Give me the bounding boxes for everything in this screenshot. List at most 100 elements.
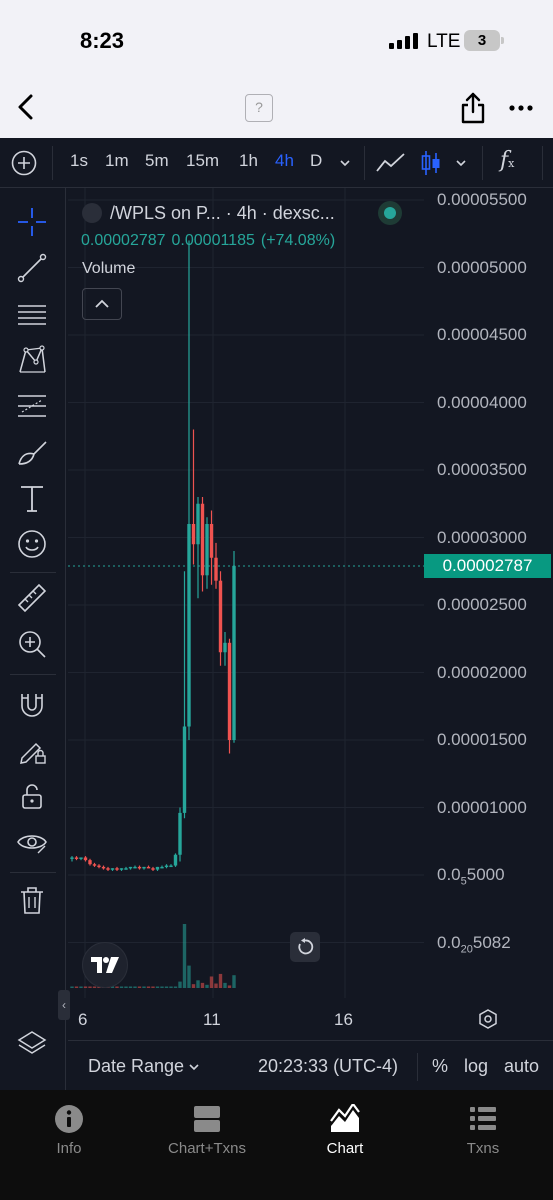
candle-body [209,524,214,558]
volume-bar [164,986,169,988]
share-icon[interactable] [460,92,486,124]
interval-1h[interactable]: 1h [239,151,258,171]
candle-body [173,854,178,866]
trend-line-icon[interactable] [16,252,48,284]
candle-body [227,642,232,740]
tradingview-icon [91,957,119,973]
eye-icon[interactable] [16,826,48,858]
projection-icon[interactable] [16,390,48,422]
collapse-legend-button[interactable] [82,288,122,320]
tab-chart-txns[interactable]: Chart+Txns [138,1104,276,1164]
volume-bar [205,984,209,988]
candle-body [182,726,187,813]
chevron-down-icon[interactable] [339,158,351,168]
magnet-icon[interactable] [16,688,48,720]
interval-D[interactable]: D [310,151,322,171]
signal-icon [389,33,418,49]
settings-icon[interactable] [478,1009,498,1029]
more-icon[interactable] [509,104,533,112]
legend-values: 0.00002787 0.00001185 (+74.08%) [81,232,341,250]
interval-1m[interactable]: 1m [105,151,129,171]
volume-bar [223,982,227,988]
percent-scale-toggle[interactable]: % [432,1056,448,1077]
browser-header: 8:23 LTE 3 ? [0,0,553,138]
tab-info[interactable]: Info [0,1104,138,1164]
indicators-icon[interactable]: fx [500,148,514,173]
list-icon [470,1107,496,1130]
site-favicon: ? [245,94,273,122]
pattern-icon[interactable] [16,344,48,376]
legend-change-pct: (+74.08%) [260,232,336,249]
volume-bar [119,986,124,988]
symbol-title[interactable]: /WPLS on P... · 4h · dexsc... [110,203,335,224]
drawing-toolbar [0,188,66,1090]
add-icon[interactable] [11,150,37,176]
tab-txns[interactable]: Txns [414,1104,552,1164]
interval-1s[interactable]: 1s [70,151,88,171]
chart-toolbar: 1s 1m 5m 15m 1h 4h D fx [0,138,553,188]
candles-icon[interactable] [420,150,442,176]
volume-bar [191,984,196,988]
market-status-icon [378,201,402,225]
unlock-icon[interactable] [16,780,48,812]
text-icon[interactable] [16,482,48,514]
candle-body [169,865,173,868]
candle-body [74,857,79,859]
lock-drawing-icon[interactable] [16,734,48,766]
candle-body [151,868,155,870]
chevron-down-icon[interactable] [455,158,467,168]
volume-bar [160,986,164,988]
volume-bar [232,975,236,988]
candle-body [92,864,97,866]
emoji-icon[interactable] [16,528,48,560]
candle-body [205,524,209,576]
volume-bar [146,986,151,988]
battery-icon: 3 [464,30,504,51]
candle-body [133,866,137,869]
layers-icon[interactable] [16,1028,48,1060]
zoom-in-icon[interactable] [16,628,48,660]
crosshair-icon[interactable] [16,206,48,238]
log-scale-toggle[interactable]: log [464,1056,488,1077]
chevron-down-icon[interactable] [188,1062,200,1072]
reset-chart-button[interactable] [290,932,320,962]
tab-label: Chart [326,1140,364,1157]
tradingview-logo[interactable] [82,942,128,988]
status-time: 8:23 [80,28,125,53]
volume-bar [214,983,218,988]
candle-body [187,524,191,727]
legend-last-price: 0.00002787 [81,232,166,249]
back-icon[interactable] [12,92,40,122]
date-range-button[interactable]: Date Range [88,1056,184,1077]
trash-icon[interactable] [16,884,48,916]
candle-body [214,557,218,581]
interval-15m[interactable]: 15m [186,151,219,171]
line-chart-icon[interactable] [376,152,406,174]
chart-area[interactable]: /WPLS on P... · 4h · dexsc... 0.00002787… [68,188,553,1090]
volume-bar [187,965,191,988]
brush-icon[interactable] [16,436,48,468]
volume-bar [209,976,214,988]
chart-app: 1s 1m 5m 15m 1h 4h D fx /WPLS on P... · … [0,138,553,1090]
interval-5m[interactable]: 5m [145,151,169,171]
fib-lines-icon[interactable] [16,298,48,330]
time-label: 11 [203,1010,221,1029]
volume-bar [142,986,146,988]
interval-4h[interactable]: 4h [275,151,294,171]
tab-chart[interactable]: Chart [276,1104,414,1164]
candle-body [106,868,110,870]
volume-bar [196,980,200,988]
token-logo [82,203,102,223]
toolbar-collapse-handle[interactable]: ‹ [58,990,70,1020]
auto-scale-toggle[interactable]: auto [504,1056,539,1077]
candle-body [200,503,205,576]
volume-bar [151,986,155,988]
volume-label[interactable]: Volume [82,260,135,278]
split-view-icon [194,1106,220,1132]
volume-bar [227,985,232,988]
clock-timezone[interactable]: 20:23:33 (UTC-4) [258,1056,398,1077]
price-label: 0.00002000 [437,663,527,682]
tab-label: Info [56,1140,82,1157]
ruler-icon[interactable] [16,582,48,614]
volume-bar [182,924,187,988]
